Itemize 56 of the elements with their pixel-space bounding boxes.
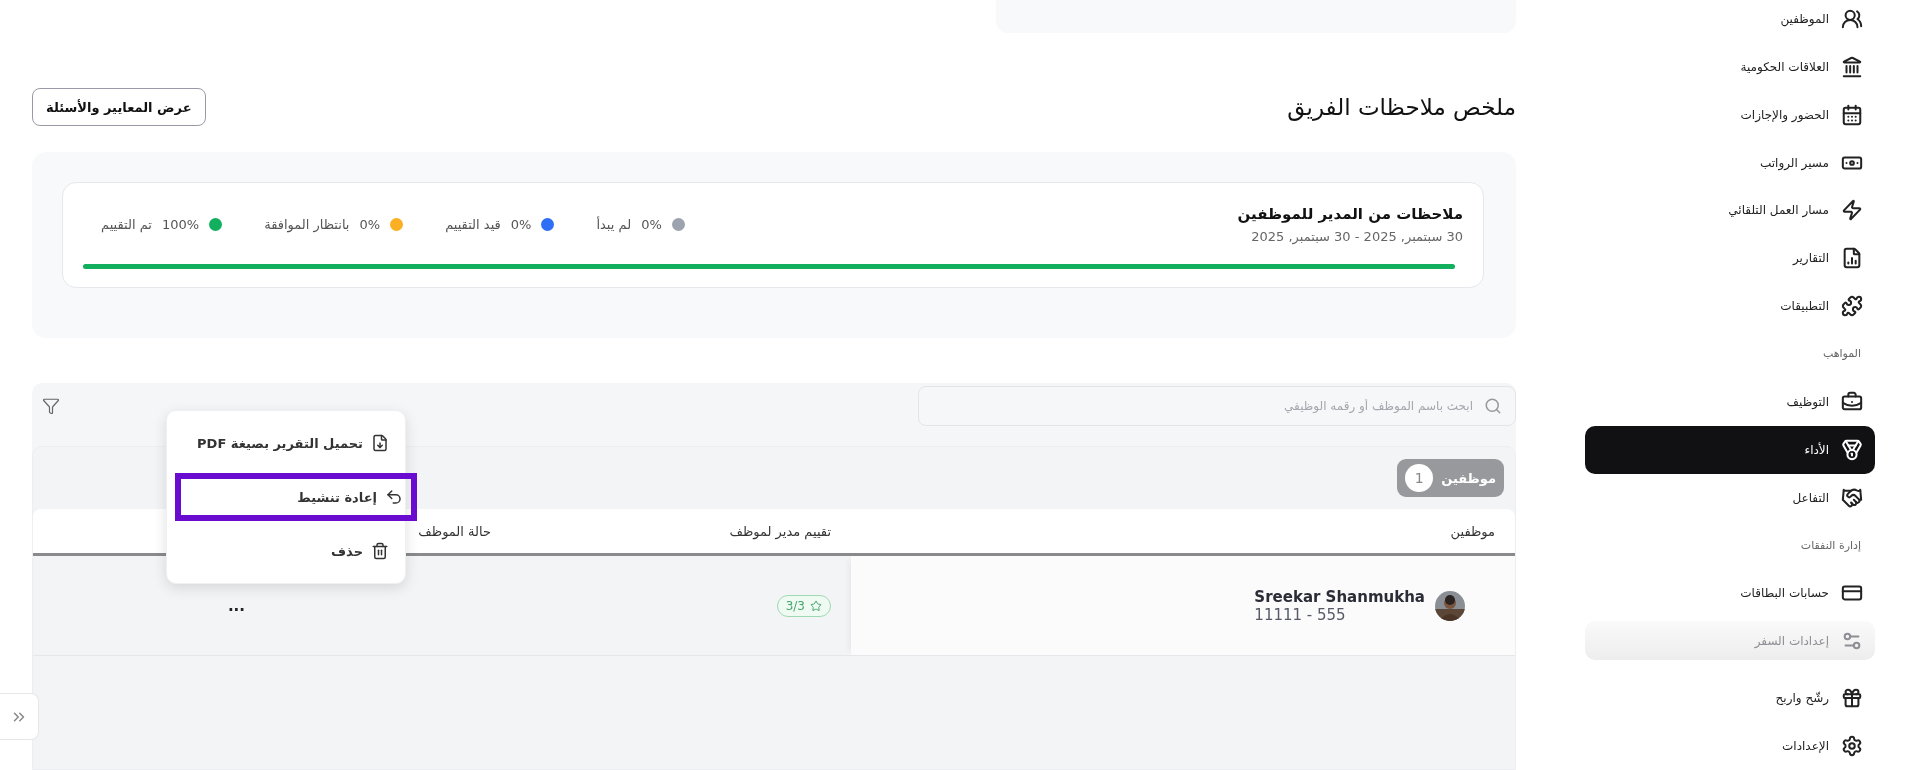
nav-item[interactable]: التوظيف [1585, 377, 1875, 426]
trash-icon [371, 542, 389, 560]
nav-item[interactable]: العلاقات الحكومية [1585, 42, 1875, 91]
chip-label: موظفين [1441, 470, 1496, 486]
briefcase-icon [1841, 390, 1863, 413]
nav-item[interactable]: التطبيقات [1585, 282, 1875, 330]
legend-value: 0% [510, 217, 532, 232]
nav-item[interactable]: التقارير [1585, 234, 1875, 283]
nav-item[interactable]: الأداء [1585, 425, 1875, 474]
legend-label: لم يبدأ [596, 217, 632, 232]
search-icon [1484, 397, 1502, 415]
puzzle-icon [1841, 295, 1863, 318]
nav-section-heading: المواهب [1821, 346, 1862, 363]
bank-icon [1841, 55, 1863, 78]
criteria-button[interactable]: عرض المعايير والأسئلة [32, 88, 206, 126]
filter-icon[interactable] [42, 397, 60, 415]
report-icon [1841, 247, 1863, 270]
star-icon [810, 599, 822, 612]
count-badge: 1 [1405, 464, 1434, 492]
column-header: موظفين [1449, 523, 1496, 539]
nav-item[interactable]: مسار العمل التلقائي [1585, 186, 1875, 235]
column-header: حالة الموظف [417, 523, 492, 539]
undo-icon [385, 488, 403, 506]
file-download-icon [371, 434, 389, 452]
menu-item[interactable]: حذف [167, 527, 405, 575]
nav-item[interactable]: رشّح واربح [1585, 674, 1875, 723]
medal-icon [1841, 438, 1863, 461]
more-actions-button[interactable]: ... [227, 596, 245, 615]
legend-value: 0% [641, 217, 662, 232]
rating-value: 3/3 [785, 598, 805, 613]
column-header: تقييم مدير لموظف [728, 523, 832, 539]
legend-value: 0% [359, 217, 381, 232]
card-title: ملاحظات من المدير للموظفين [1237, 205, 1463, 223]
date-range: 30 سبتمبر, 2025 - 30 سبتمبر, 2025 [1250, 229, 1463, 244]
legend-label: بانتظار الموافقة [264, 217, 350, 232]
legend-label: تم التقييم [101, 217, 152, 232]
legend-label: قيد التقييم [445, 217, 501, 232]
nav-section-heading: إدارة النفقات [1799, 537, 1862, 554]
nav-item[interactable]: الإعدادات [1585, 722, 1875, 770]
legend-value: 100% [162, 217, 200, 232]
nav-item[interactable]: الموظفين [1585, 0, 1875, 43]
nav-item[interactable]: الحضور والإجازات [1585, 90, 1875, 139]
menu-item[interactable]: إعادة تنشيط [175, 473, 417, 521]
users-icon [1841, 7, 1863, 30]
gift-icon [1841, 687, 1863, 710]
nav-item[interactable]: التفاعل [1585, 473, 1875, 522]
menu-item[interactable]: تحميل التقرير بصيغة PDF [167, 419, 405, 467]
nav-item[interactable]: مسير الرواتب [1585, 138, 1875, 187]
settings-icon [1841, 735, 1863, 758]
handshake-icon [1841, 486, 1863, 509]
employee-name: Sreekar Shanmukha [1254, 587, 1425, 606]
page-title: ملخص ملاحظات الفريق [1287, 94, 1516, 120]
calendar-icon [1841, 103, 1863, 126]
nav-item[interactable]: حسابات البطاقات [1585, 569, 1875, 618]
lightning-icon [1841, 199, 1863, 222]
employee-id: 11111 - 555 [1254, 605, 1346, 624]
